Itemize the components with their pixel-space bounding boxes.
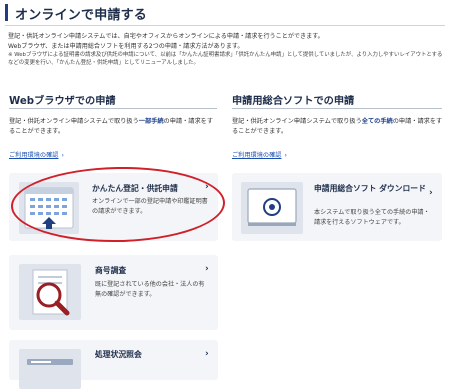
card-title: 申請用総合ソフト ダウンロード	[314, 184, 426, 193]
intro-line-1: 登記・供託オンライン申請システムでは、自宅やオフィスからオンラインによる申請・請…	[8, 33, 324, 40]
software-desc-text: 登記・供託オンライン申請システムで取り扱う	[232, 118, 362, 125]
software-heading: 申請用総合ソフトでの申請	[232, 96, 355, 107]
chevron-right-icon: ›	[61, 152, 64, 159]
status-list-icon	[19, 349, 81, 389]
card-title: 処理状況照会	[95, 350, 142, 359]
card-description: 本システムで取り扱う全ての手続の申請・請求を行えるソフトウェアです。	[314, 209, 430, 226]
software-divider	[232, 108, 442, 109]
web-env-check-link[interactable]: ご利用環境の確認 ›	[9, 150, 64, 159]
web-browser-divider	[9, 108, 217, 109]
chevron-right-icon: ›	[284, 152, 287, 159]
chevron-right-icon: ›	[205, 264, 209, 274]
web-browser-description: 登記・供託オンライン申請システムで取り扱う一部手続の申請・請求をすることができま…	[9, 117, 219, 137]
card-process-status[interactable]: 処理状況照会 ›	[9, 340, 218, 389]
software-description: 登記・供託オンライン申請システムで取り扱う全ての手続の申請・請求をすることができ…	[232, 117, 444, 137]
heading-divider	[5, 25, 445, 26]
card-trade-name-search[interactable]: 商号調査 › 既に登記されている他の会社・法人の有無の確認ができます。	[9, 255, 218, 330]
intro-note: ※ Webブラウザによる証明書の請求及び供託の申請について、以前は「かんたん証明…	[8, 52, 443, 66]
pc-download-icon	[241, 182, 303, 234]
chevron-right-icon: ›	[205, 349, 209, 359]
card-title: 商号調査	[95, 266, 127, 275]
intro-line-2: Webブラウザ、または申請用総合ソフトを利用する2つの申請・請求方法があります。	[8, 42, 244, 50]
software-env-check-link[interactable]: ご利用環境の確認 ›	[232, 150, 287, 159]
software-env-check-label[interactable]: ご利用環境の確認	[232, 152, 282, 159]
web-env-check-label[interactable]: ご利用環境の確認	[9, 152, 59, 159]
card-description: 既に登記されている他の会社・法人の有無の確認ができます。	[95, 281, 205, 298]
card-software-download[interactable]: 申請用総合ソフト ダウンロード › 本システムで取り扱う全ての手続の申請・請求を…	[232, 173, 442, 241]
page-title: オンラインで申請する	[15, 8, 148, 23]
software-desc-emphasis: 全ての手続	[361, 118, 393, 125]
chevron-right-icon: ›	[429, 188, 433, 198]
intro-text: 登記・供託オンライン申請システムでは、自宅やオフィスからオンラインによる申請・請…	[8, 32, 446, 67]
heading-accent-bar	[5, 4, 8, 21]
magnifier-document-icon	[19, 264, 81, 320]
web-browser-heading: Webブラウザでの申請	[9, 96, 116, 107]
web-desc-emphasis: 一部手続	[138, 118, 164, 125]
page-heading: オンラインで申請する	[5, 3, 445, 26]
web-desc-text: 登記・供託オンライン申請システムで取り扱う	[9, 118, 139, 125]
